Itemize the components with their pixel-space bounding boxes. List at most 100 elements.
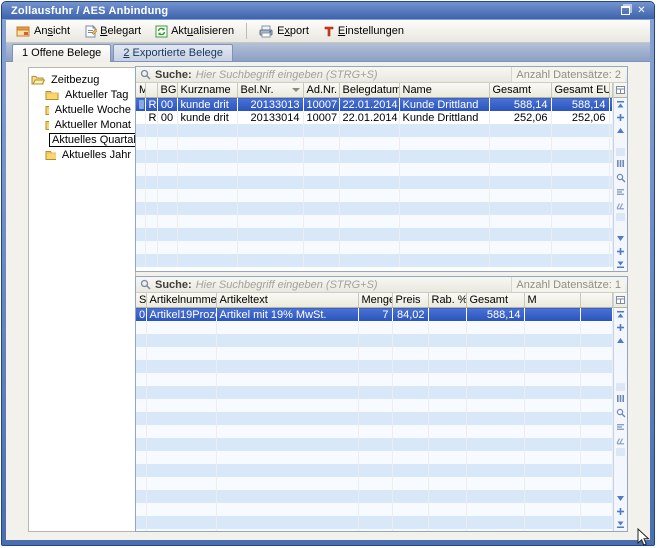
column-header-kurzname[interactable]: Kurzname <box>177 83 237 98</box>
scroll-track[interactable] <box>614 137 627 232</box>
documents-search-bar[interactable]: Suche: Hier Suchbegriff eingeben (STRG+S… <box>136 67 627 83</box>
empty-cell <box>392 360 428 373</box>
down-arrow-icon <box>616 495 625 502</box>
scroll-add-button-2[interactable] <box>615 506 626 517</box>
aktualisieren-button[interactable]: Aktualisieren <box>149 22 240 41</box>
column-header-name[interactable]: Name <box>399 83 489 98</box>
empty-cell <box>146 451 216 464</box>
empty-cell <box>136 529 146 531</box>
empty-cell <box>466 490 524 503</box>
export-button[interactable]: Export <box>253 22 315 41</box>
column-header-s[interactable]: S <box>136 293 146 308</box>
empty-cell <box>136 386 146 399</box>
scroll-up-button[interactable] <box>615 125 626 136</box>
grid-zoom-button[interactable] <box>615 172 626 183</box>
scroll-add-button[interactable] <box>615 112 626 123</box>
empty-cell <box>237 241 303 254</box>
column-header-menge[interactable]: Menge <box>358 293 392 308</box>
scroll-up-button[interactable] <box>615 335 626 346</box>
column-chooser-button[interactable] <box>614 83 627 98</box>
empty-cell <box>524 334 580 347</box>
column-header-m[interactable]: M <box>524 293 580 308</box>
empty-cell <box>216 516 358 529</box>
tree-item-aktuelles-jahr[interactable]: Aktuelles Jahr <box>45 147 133 162</box>
column-header-preis[interactable]: Preis <box>392 293 428 308</box>
scroll-first-button[interactable] <box>615 99 626 110</box>
belegart-button[interactable]: Belegart <box>78 22 147 41</box>
items-search-bar[interactable]: Suche: Hier Suchbegriff eingeben (STRG+S… <box>136 277 627 293</box>
empty-cell <box>136 464 146 477</box>
ansicht-button[interactable]: Ansicht <box>10 22 76 41</box>
empty-cell <box>524 373 580 386</box>
tree-root-zeitbezug[interactable]: Zeitbezug <box>31 72 133 87</box>
column-header-artikelnummer[interactable]: Artikelnummer <box>146 293 216 308</box>
restore-window-button[interactable] <box>618 5 631 17</box>
scroll-down-button[interactable] <box>615 233 626 244</box>
empty-row <box>136 347 613 360</box>
column-header-type-icon[interactable] <box>145 83 157 98</box>
empty-cell <box>216 529 358 531</box>
empty-cell <box>146 464 216 477</box>
column-header-m[interactable]: M <box>136 83 145 98</box>
empty-row <box>136 386 613 399</box>
grid-tool-button-2[interactable] <box>615 200 626 211</box>
settings-wrench-icon <box>323 25 335 38</box>
scroll-last-button[interactable] <box>615 259 626 270</box>
column-header-gesamt-eur[interactable]: Gesamt EUR <box>551 83 609 98</box>
empty-cell <box>358 503 392 516</box>
empty-cell <box>524 529 580 531</box>
scroll-first-button[interactable] <box>615 309 626 320</box>
tree-item-aktuelles-quartal[interactable]: Aktuelles Quartal <box>45 132 133 147</box>
column-chooser-button[interactable] <box>614 293 627 308</box>
scroll-add-button[interactable] <box>615 322 626 333</box>
table-row[interactable]: 0 Artikel19Prozent Artikel mit 19% MwSt.… <box>136 308 613 322</box>
einstellungen-button[interactable]: Einstellungen <box>317 22 410 41</box>
column-header-gesamt[interactable]: Gesamt <box>489 83 551 98</box>
empty-cell <box>136 373 146 386</box>
scroll-track[interactable] <box>614 347 627 492</box>
grid-zoom-button[interactable] <box>615 407 626 418</box>
close-window-button[interactable]: ✕ <box>635 5 648 17</box>
column-header-artikeltext[interactable]: Artikeltext <box>216 293 358 308</box>
empty-cell <box>428 516 466 529</box>
cell <box>580 308 613 322</box>
column-header-belnr[interactable]: Bel.Nr. <box>237 83 303 98</box>
scroll-add-button-2[interactable] <box>615 246 626 257</box>
column-header-filler <box>609 83 613 98</box>
empty-cell <box>145 163 157 176</box>
empty-cell <box>399 150 489 163</box>
column-header-bg[interactable]: BG <box>157 83 177 98</box>
grid-tool-button-2[interactable] <box>615 435 626 446</box>
column-header-rabatt[interactable]: Rab. % <box>428 293 466 308</box>
empty-cell <box>466 503 524 516</box>
empty-cell <box>157 215 177 228</box>
grid-tool-button-1[interactable] <box>615 186 626 197</box>
empty-cell <box>216 412 358 425</box>
empty-cell <box>136 202 145 215</box>
empty-cell <box>392 399 428 412</box>
tree-item-aktuelle-woche[interactable]: Aktuelle Woche <box>45 102 133 117</box>
empty-cell <box>466 386 524 399</box>
empty-cell <box>145 189 157 202</box>
column-header-gesamt[interactable]: Gesamt <box>466 293 524 308</box>
table-row[interactable]: R 00 kunde drit 20133013 10007 22.01.201… <box>136 98 613 112</box>
scroll-down-button[interactable] <box>615 493 626 504</box>
grid-columns-button[interactable] <box>615 158 626 169</box>
tree-item-aktueller-tag[interactable]: Aktueller Tag <box>45 87 133 102</box>
empty-cell <box>216 321 358 334</box>
tab-exportierte-belege[interactable]: 2 Exportierte Belege <box>113 44 233 61</box>
column-header-adnr[interactable]: Ad.Nr. <box>303 83 339 98</box>
grid-tool-button-1[interactable] <box>615 421 626 432</box>
empty-cell <box>428 490 466 503</box>
tab-offene-belege[interactable]: 1 Offene Belege <box>12 44 111 62</box>
empty-cell <box>177 254 237 267</box>
table-row[interactable]: R 00 kunde drit 20133014 10007 22.01.201… <box>136 111 613 124</box>
column-header-belegdatum[interactable]: Belegdatum <box>339 83 399 98</box>
empty-cell <box>358 516 392 529</box>
grid-columns-button[interactable] <box>615 393 626 404</box>
scroll-last-button[interactable] <box>615 519 626 530</box>
window-body: Ansicht Belegart Aktualisieren Export Ei… <box>6 20 650 540</box>
tree-item-aktueller-monat[interactable]: Aktueller Monat <box>45 117 133 132</box>
empty-cell <box>489 215 551 228</box>
empty-cell <box>146 490 216 503</box>
